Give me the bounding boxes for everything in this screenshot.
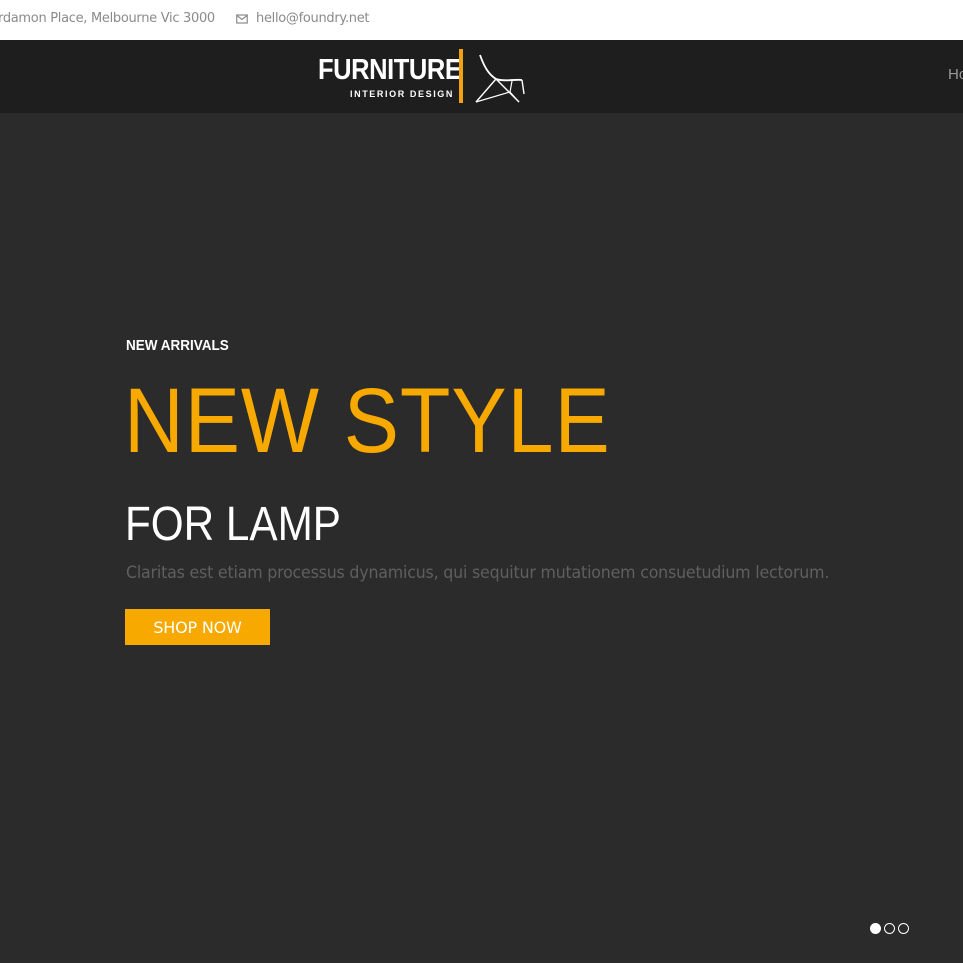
logo-tagline: INTERIOR DESIGN: [350, 89, 455, 99]
hero-headline: NEW STYLE: [124, 370, 611, 472]
nav-item-home[interactable]: Ho: [948, 66, 963, 83]
shop-now-button[interactable]: SHOP NOW: [125, 609, 270, 645]
email-link[interactable]: hello@foundry.net: [256, 11, 370, 26]
slider-dot-3[interactable]: [898, 923, 909, 934]
hero-kicker: NEW ARRIVALS: [126, 337, 229, 354]
hero-subheadline: FOR LAMP: [125, 498, 341, 551]
top-info-bar: rdamon Place, Melbourne Vic 3000 hello@f…: [0, 0, 963, 40]
hero-description: Claritas est etiam processus dynamicus, …: [126, 563, 830, 583]
slider-dot-2[interactable]: [884, 923, 895, 934]
logo-divider: [459, 49, 463, 103]
logo-brand-text: FURNITURE: [318, 54, 462, 86]
slider-pagination: [870, 923, 909, 936]
slider-dot-1[interactable]: [870, 923, 881, 934]
site-header: FURNITURE INTERIOR DESIGN Ho: [0, 40, 963, 113]
address-text: rdamon Place, Melbourne Vic 3000: [0, 11, 215, 26]
site-logo[interactable]: FURNITURE INTERIOR DESIGN: [318, 48, 528, 108]
chair-icon: [474, 52, 526, 104]
envelope-icon: [236, 12, 248, 26]
hero-slider: NEW ARRIVALS NEW STYLE FOR LAMP Claritas…: [0, 113, 963, 963]
